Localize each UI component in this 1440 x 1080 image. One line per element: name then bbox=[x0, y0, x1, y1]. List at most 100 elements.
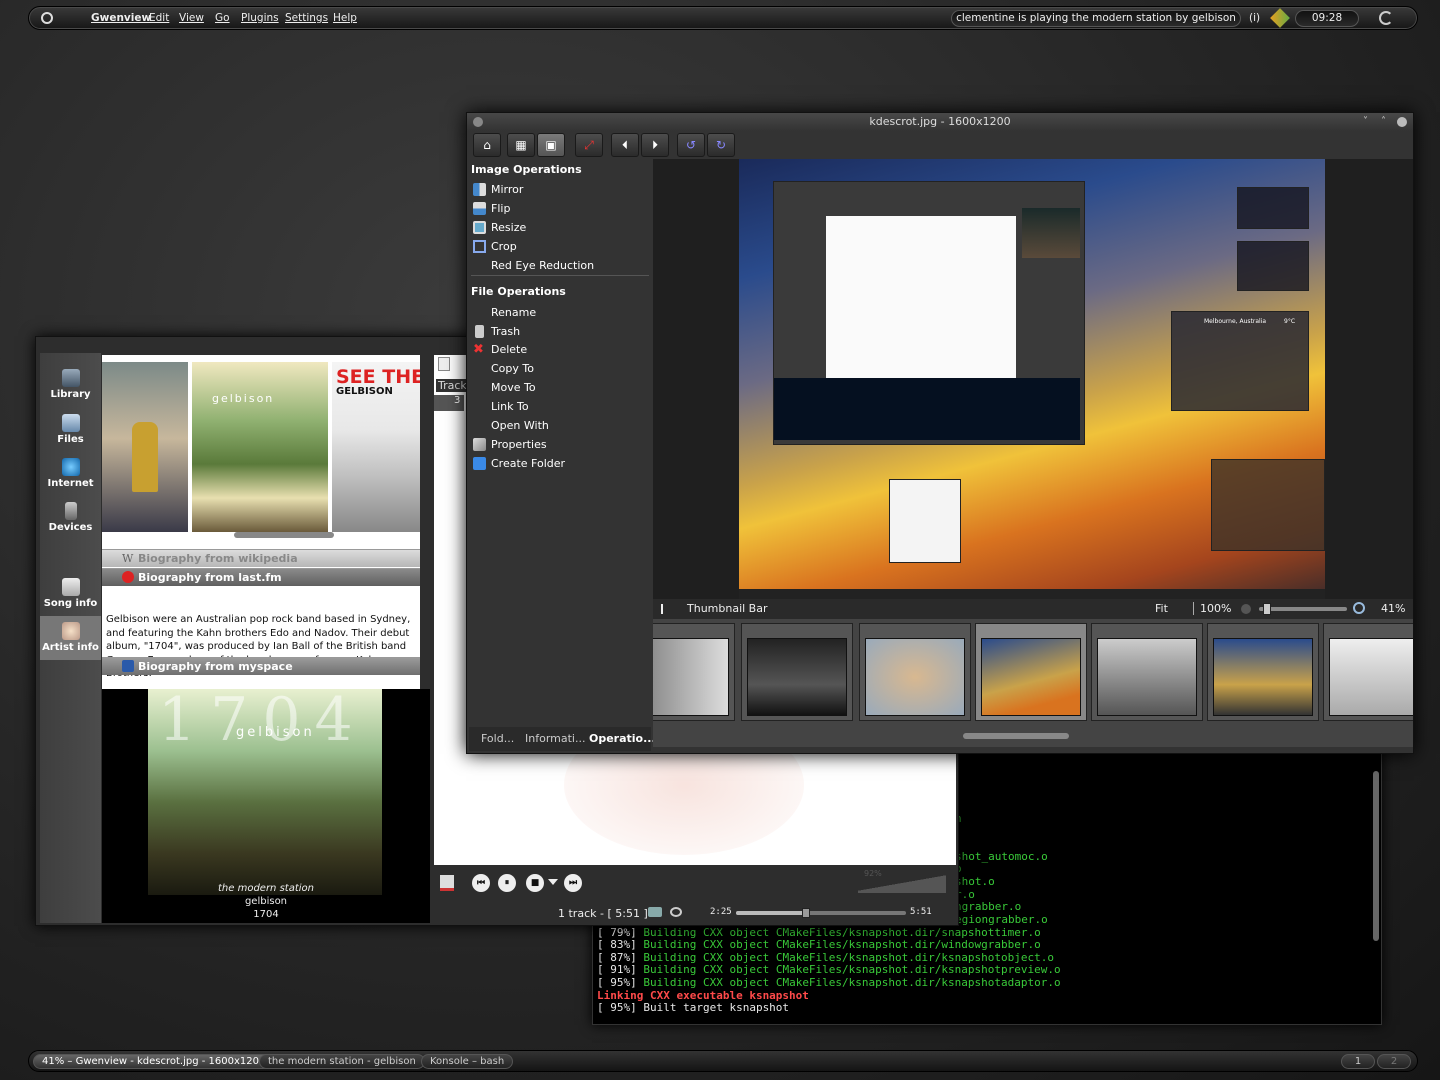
home-button[interactable]: ⌂ bbox=[473, 133, 501, 157]
stop-button[interactable]: ■ bbox=[526, 874, 544, 892]
artist-image[interactable] bbox=[102, 362, 188, 532]
task-gwenview[interactable]: 41% – Gwenview - kdescrot.jpg - 1600x120… bbox=[33, 1054, 275, 1069]
new-playlist-icon[interactable] bbox=[438, 357, 450, 371]
artist-image[interactable]: SEE THE GELBISON bbox=[332, 362, 420, 532]
console-built-line: [ 95%] Built target ksnapshot bbox=[597, 1001, 790, 1014]
now-playing-indicator[interactable]: clementine is playing the modern station… bbox=[951, 10, 1241, 27]
op-properties[interactable]: Properties bbox=[491, 438, 547, 451]
kickoff-icon[interactable] bbox=[41, 12, 53, 24]
op-trash[interactable]: Trash bbox=[491, 325, 520, 338]
next-button[interactable]: ⏭ bbox=[564, 874, 582, 892]
op-copy-to[interactable]: Copy To bbox=[491, 362, 534, 375]
repeat-icon[interactable] bbox=[648, 907, 662, 917]
op-link-to[interactable]: Link To bbox=[491, 400, 529, 413]
thumbnail[interactable] bbox=[859, 623, 971, 721]
zoom-handle[interactable] bbox=[1262, 603, 1271, 615]
menu-edit[interactable]: Edit bbox=[149, 12, 169, 24]
console-line: [ 91%] Building CXX object CMakeFiles/ks… bbox=[597, 963, 1061, 976]
op-open-with[interactable]: Open With bbox=[491, 419, 549, 432]
thumbnail[interactable] bbox=[975, 623, 1087, 721]
menu-gwenview[interactable]: Gwenview bbox=[91, 12, 151, 24]
clock[interactable]: 09:28 bbox=[1295, 10, 1359, 27]
previous-image-button[interactable]: ⏴ bbox=[611, 133, 639, 157]
next-image-button[interactable]: ⏵ bbox=[641, 133, 669, 157]
menu-view[interactable]: View bbox=[179, 12, 204, 24]
thumbnail[interactable] bbox=[653, 623, 735, 721]
seek-handle[interactable] bbox=[801, 908, 810, 918]
op-flip[interactable]: Flip bbox=[491, 202, 510, 215]
resize-icon bbox=[473, 221, 486, 234]
image-view[interactable]: Melbourne, Australia 9°C bbox=[653, 159, 1413, 599]
thumbnail[interactable] bbox=[1207, 623, 1319, 721]
thumbnail[interactable] bbox=[1323, 623, 1413, 721]
playlist-row[interactable]: 3 bbox=[434, 395, 464, 411]
op-resize[interactable]: Resize bbox=[491, 221, 526, 234]
bio-lastfm-header[interactable]: Biography from last.fm bbox=[102, 568, 420, 586]
konsole-scrollbar[interactable] bbox=[1373, 771, 1379, 941]
menu-go[interactable]: Go bbox=[215, 12, 230, 24]
zoom-slider[interactable] bbox=[1259, 603, 1347, 615]
tab-information[interactable]: Informati... bbox=[525, 732, 585, 745]
op-mirror[interactable]: Mirror bbox=[491, 183, 523, 196]
zoom-in-icon[interactable] bbox=[1353, 602, 1365, 614]
menu-help[interactable]: Help bbox=[333, 12, 357, 24]
clementine-tray-icon[interactable] bbox=[1270, 8, 1290, 28]
console-line: shot.o bbox=[955, 875, 995, 888]
thumbnail-bar-toggle-icon[interactable] bbox=[661, 604, 671, 614]
mini-weather-city: Melbourne, Australia bbox=[1204, 318, 1267, 325]
rotate-right-button[interactable]: ↻ bbox=[707, 133, 735, 157]
pager-desktop-1[interactable]: 1 bbox=[1341, 1054, 1375, 1069]
op-delete[interactable]: Delete bbox=[491, 343, 527, 356]
window-menu-icon[interactable] bbox=[473, 117, 483, 127]
rotate-left-button[interactable]: ↺ bbox=[677, 133, 705, 157]
sidebar-artist-info[interactable]: Artist info bbox=[40, 616, 101, 660]
menu-settings[interactable]: Settings bbox=[285, 12, 328, 24]
menu-plugins[interactable]: Plugins bbox=[241, 12, 279, 24]
section-divider bbox=[471, 275, 649, 276]
seek-bar[interactable] bbox=[736, 908, 906, 918]
zoom-100-button[interactable]: 100% bbox=[1193, 602, 1231, 615]
fullscreen-button[interactable]: ⤢ bbox=[575, 133, 603, 157]
stop-menu-chevron-icon[interactable] bbox=[548, 879, 558, 885]
notification-icon[interactable]: (i) bbox=[1249, 12, 1260, 24]
artist-image[interactable]: gelbison bbox=[192, 362, 328, 532]
maximize-icon[interactable]: ˄ bbox=[1381, 117, 1391, 127]
thumbnail-strip[interactable] bbox=[653, 619, 1413, 747]
sidebar-library[interactable]: Library bbox=[40, 363, 101, 407]
op-rename[interactable]: Rename bbox=[491, 306, 536, 319]
previous-button[interactable]: ⏮ bbox=[472, 874, 490, 892]
bio-myspace-header[interactable]: Biography from myspace bbox=[102, 657, 420, 675]
op-move-to[interactable]: Move To bbox=[491, 381, 536, 394]
tab-folders[interactable]: Fold... bbox=[481, 732, 514, 745]
logout-icon[interactable] bbox=[1379, 11, 1393, 25]
op-red-eye-reduction[interactable]: Red Eye Reduction bbox=[491, 259, 594, 272]
sidebar-song-info[interactable]: Song info bbox=[40, 572, 101, 616]
thumbnail-scrollbar[interactable] bbox=[963, 733, 1069, 739]
minimize-icon[interactable]: ˅ bbox=[1363, 117, 1373, 127]
close-icon[interactable] bbox=[1397, 117, 1407, 127]
sidebar-files[interactable]: Files bbox=[40, 408, 101, 452]
op-crop[interactable]: Crop bbox=[491, 240, 517, 253]
thumbnail[interactable] bbox=[1091, 623, 1203, 721]
sidebar-devices[interactable]: Devices bbox=[40, 496, 101, 540]
mini-file-grid bbox=[826, 216, 1016, 388]
thumbnail[interactable] bbox=[741, 623, 853, 721]
browse-button[interactable]: ▦ bbox=[507, 133, 535, 157]
op-create-folder[interactable]: Create Folder bbox=[491, 457, 565, 470]
album-art-panel[interactable]: 1704 gelbison the modern station gelbiso… bbox=[102, 685, 430, 923]
sidebar-internet[interactable]: Internet bbox=[40, 452, 101, 496]
view-button[interactable]: ▣ bbox=[537, 133, 565, 157]
operations-sidebar: Image Operations Mirror Flip Resize Crop… bbox=[469, 159, 656, 753]
clear-playlist-icon[interactable] bbox=[440, 875, 454, 891]
pause-button[interactable]: ⏸ bbox=[498, 874, 516, 892]
zoom-out-icon[interactable] bbox=[1241, 604, 1251, 614]
task-clementine[interactable]: the modern station - gelbison bbox=[259, 1054, 425, 1069]
shuffle-icon[interactable] bbox=[670, 907, 682, 917]
fit-button[interactable]: Fit bbox=[1155, 602, 1168, 615]
image-scrollbar[interactable] bbox=[234, 532, 334, 538]
pager-desktop-2[interactable]: 2 bbox=[1377, 1054, 1411, 1069]
tab-operations[interactable]: Operatio... bbox=[589, 732, 656, 745]
bio-wikipedia-header[interactable]: Biography from wikipedia bbox=[102, 549, 420, 567]
thumbnail-bar-label[interactable]: Thumbnail Bar bbox=[687, 602, 768, 615]
task-konsole[interactable]: Konsole – bash bbox=[421, 1054, 514, 1069]
